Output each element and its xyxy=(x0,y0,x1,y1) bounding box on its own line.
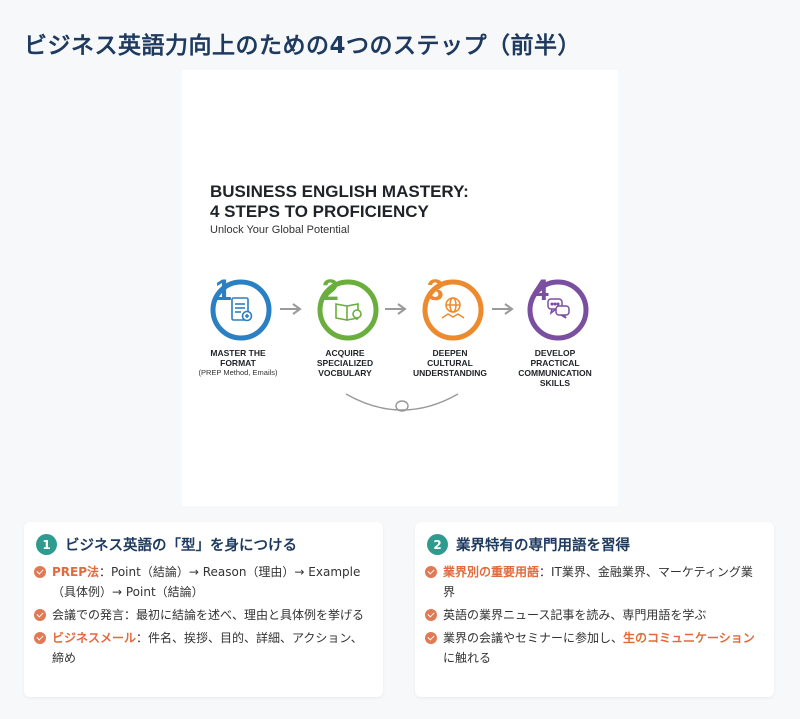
svg-text:1: 1 xyxy=(215,274,232,307)
svg-text:2: 2 xyxy=(322,274,339,307)
card-title: 業界特有の専門用語を習得 xyxy=(456,538,630,554)
decorative-swoosh xyxy=(345,393,459,412)
card-header: 2 業界特有の専門用語を習得 xyxy=(427,534,630,555)
page-title: ビジネス英語力向上のための4つのステップ（前半） xyxy=(24,33,582,59)
list-item: PREP法：Point（結論）→ Reason（理由）→ Example（具体例… xyxy=(34,562,371,602)
infographic-title: BUSINESS ENGLISH MASTERY: 4 STEPS TO PRO… xyxy=(210,182,469,221)
check-circle-icon xyxy=(425,632,437,644)
step-card-1: 1 ビジネス英語の「型」を身につける PREP法：Point（結論）→ Reas… xyxy=(24,522,383,697)
step-1-label: MASTER THE FORMAT xyxy=(210,348,266,368)
card-title: ビジネス英語の「型」を身につける xyxy=(65,538,297,554)
list-item: 会議での発言：最初に結論を述べ、理由と具体例を挙げる xyxy=(34,605,371,625)
step-3-badge: 3 xyxy=(422,274,484,341)
infographic-subtitle: Unlock Your Global Potential xyxy=(210,224,350,236)
step-1: 1 MASTER THE FORMAT (PREP Method, Emails… xyxy=(188,268,288,378)
step-4: 4 DEVELOP PRACTICAL COMMUNICATION SKILLS xyxy=(505,268,605,388)
step-1-note: (PREP Method, Emails) xyxy=(198,368,278,377)
step-3: 3 DEEPEN CULTURAL UNDERSTANDING xyxy=(400,268,500,378)
list-item: 業界別の重要用語：IT業界、金融業界、マーケティング業界 xyxy=(425,562,762,602)
globe-handshake-icon xyxy=(441,297,465,319)
svg-text:3: 3 xyxy=(427,274,444,307)
check-circle-icon xyxy=(34,566,46,578)
step-card-2: 2 業界特有の専門用語を習得 業界別の重要用語：IT業界、金融業界、マーケティン… xyxy=(415,522,774,697)
step-4-badge: 4 xyxy=(527,274,589,341)
infographic-image: BUSINESS ENGLISH MASTERY: 4 STEPS TO PRO… xyxy=(182,70,618,506)
card-header: 1 ビジネス英語の「型」を身につける xyxy=(36,534,297,555)
list-item: ビジネスメール：件名、挨拶、目的、詳細、アクション、締め xyxy=(34,628,371,668)
check-circle-icon xyxy=(425,609,437,621)
check-circle-icon xyxy=(425,566,437,578)
document-icon xyxy=(231,297,253,322)
svg-text:4: 4 xyxy=(532,274,549,307)
number-badge: 2 xyxy=(427,534,448,555)
check-circle-icon xyxy=(34,632,46,644)
check-circle-icon xyxy=(34,609,46,621)
card-item-list: PREP法：Point（結論）→ Reason（理由）→ Example（具体例… xyxy=(34,562,371,671)
step-2-label: ACQUIRE SPECIALIZED VOCBULARY xyxy=(316,348,374,378)
step-1-badge: 1 xyxy=(210,274,272,341)
number-badge: 1 xyxy=(36,534,57,555)
card-item-list: 業界別の重要用語：IT業界、金融業界、マーケティング業界 英語の業界ニュース記事… xyxy=(425,562,762,671)
list-item: 英語の業界ニュース記事を読み、専門用語を学ぶ xyxy=(425,605,762,625)
list-item: 業界の会議やセミナーに参加し、生のコミュニケーションに触れる xyxy=(425,628,762,668)
step-2: 2 ACQUIRE SPECIALIZED VOCBULARY xyxy=(295,268,395,378)
book-lightbulb-icon xyxy=(335,303,362,321)
speech-bubbles-icon xyxy=(547,298,570,319)
step-2-badge: 2 xyxy=(317,274,379,341)
step-4-label: DEVELOP PRACTICAL COMMUNICATION SKILLS xyxy=(518,348,592,388)
step-3-label: DEEPEN CULTURAL UNDERSTANDING xyxy=(413,348,487,378)
